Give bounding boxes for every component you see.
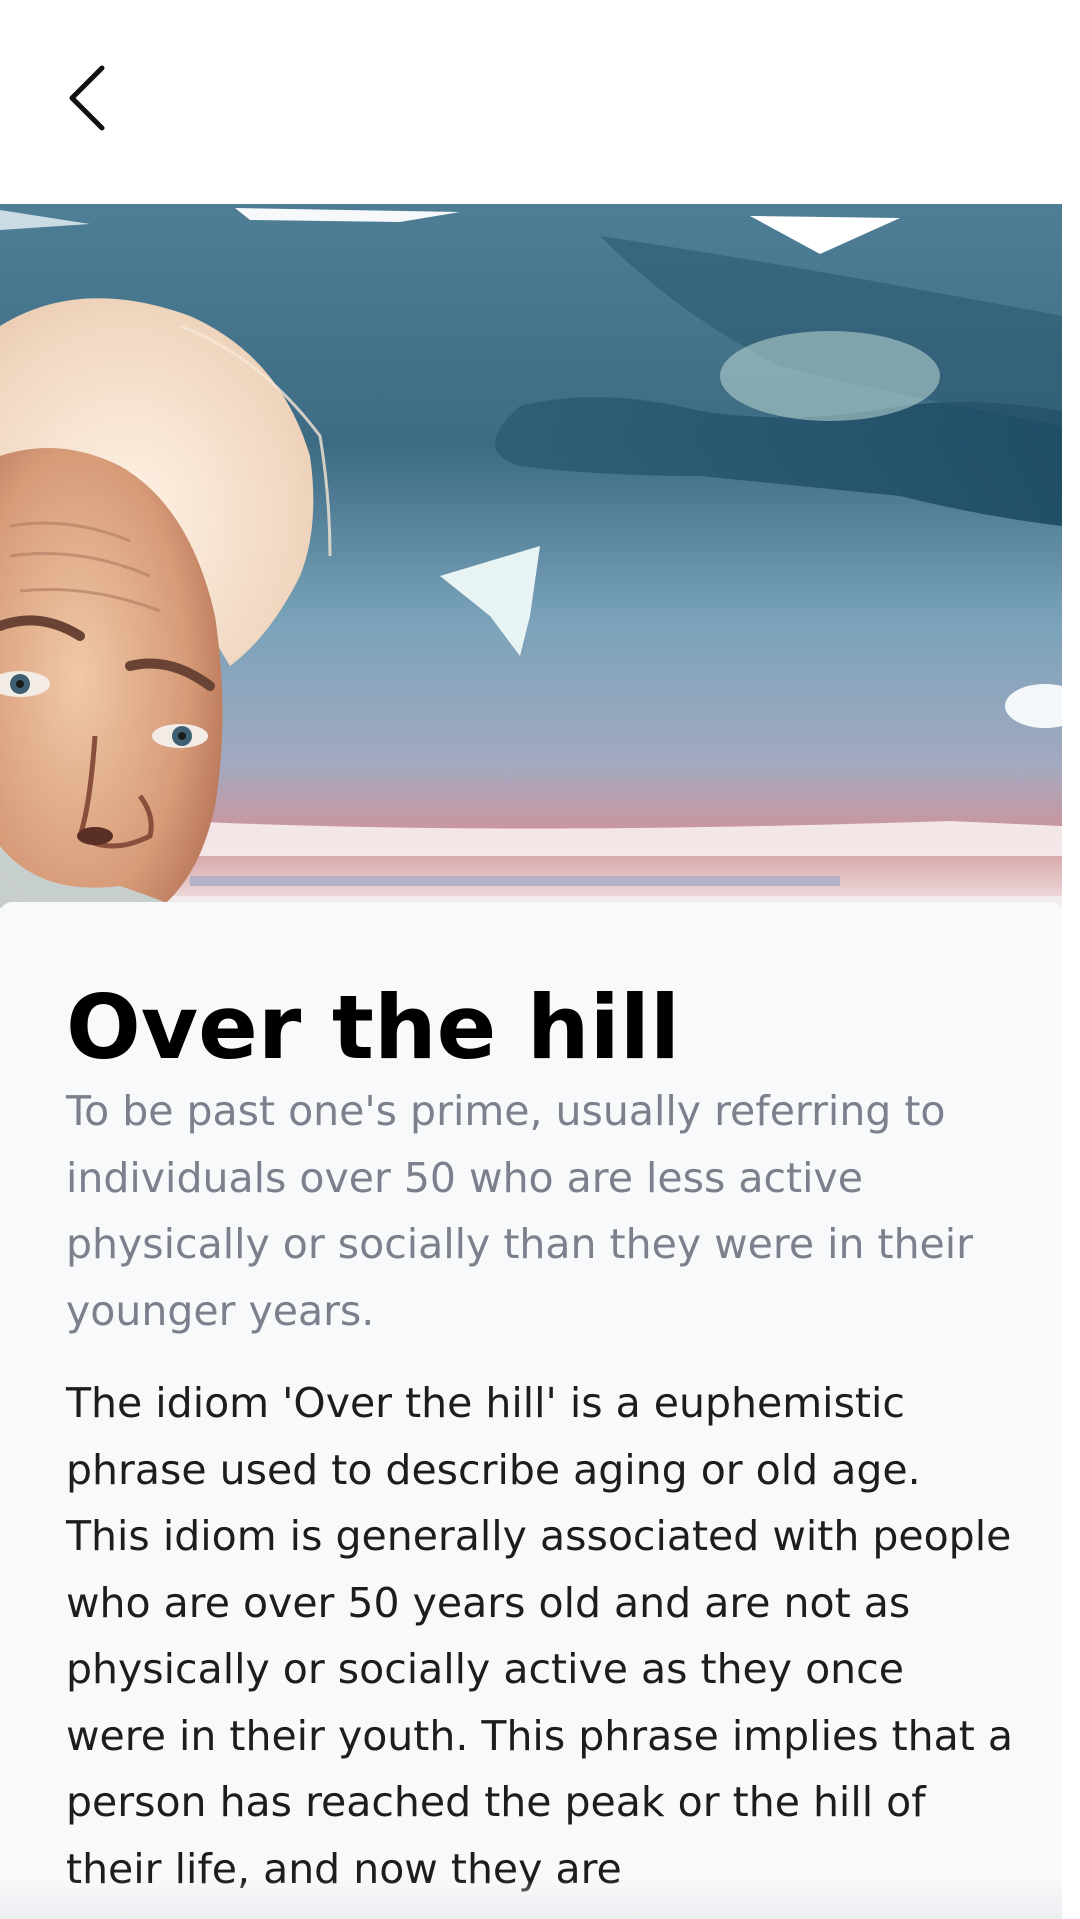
idiom-title: Over the hill	[66, 976, 681, 1079]
idiom-definition: To be past one's prime, usually referrin…	[66, 1087, 974, 1335]
back-button[interactable]	[56, 58, 120, 138]
idiom-card: Over the hill To be past one's prime, us…	[0, 902, 1062, 1919]
scroll-fade	[0, 1880, 1062, 1919]
app-header	[0, 0, 1080, 196]
idiom-explanation: The idiom 'Over the hill' is a euphemist…	[66, 1379, 1014, 1893]
hero-illustration	[0, 196, 1062, 908]
right-edge-divider	[1062, 196, 1080, 1919]
watercolor-illustration	[0, 196, 1062, 908]
chevron-left-icon	[69, 65, 105, 131]
